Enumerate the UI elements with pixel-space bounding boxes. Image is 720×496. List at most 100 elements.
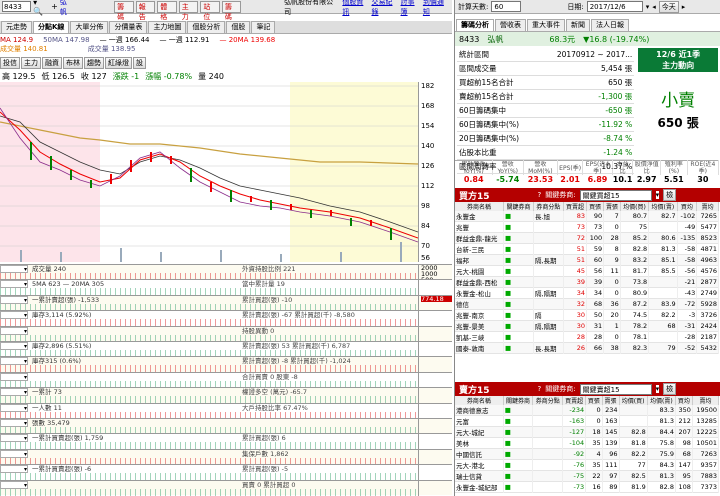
tab-stock[interactable]: 個股 [226,21,251,33]
tab-price-volume[interactable]: 分價量表 [109,21,148,33]
broker-col-header[interactable]: 買張 [585,396,603,405]
broker-row[interactable]: 元大-城紀 ■ -127 18 145 82.8 84.4 207 12225 [455,426,720,438]
chip-button-2[interactable]: 籌碼 [221,0,242,21]
indicator-select[interactable]: ▾ [0,419,28,427]
indicator-panel[interactable]: ▾ 持股異動 0 [0,325,452,342]
broker-row[interactable]: 元大-港北 ■ -76 35 111 77 84.3 147 9357 [455,459,720,471]
broker-col-header[interactable]: 賣張 [603,202,621,211]
broker-col-header[interactable]: 均價(賣) [648,202,678,211]
indicator-panel[interactable]: ▾ 成交量 240 外資持股比例 221 20001000500 [0,264,452,283]
next-day-icon[interactable]: ▸ [682,3,686,11]
broker-row[interactable]: 元富 ■ -163 0 163 81.3 212 13285 [455,415,720,427]
tab-main-force-map[interactable]: 主力地圖 [148,21,187,33]
calendar-icon[interactable]: ▾ [646,3,650,11]
tab-revenue[interactable]: 營收表 [495,19,526,31]
position-button[interactable]: 站位 [200,0,220,21]
days-select[interactable]: 60 [491,1,522,12]
indicator-select[interactable]: ▾ [0,342,28,350]
date-input[interactable]: 2017/12/6 [586,1,643,12]
add-icon[interactable]: + [51,2,58,11]
broker-col-header[interactable]: 券商分點 [532,396,564,405]
broker-col-header[interactable]: 買均 [675,396,693,405]
indicator-select[interactable]: ▾ [0,449,28,458]
btn-trend[interactable]: 趨勢 [84,57,104,69]
indicator-panel[interactable]: ▾ 一累計 73 權證多空 (萬元) -65.7 [0,387,452,404]
question-icon[interactable]: ? [538,385,542,393]
broker-row[interactable]: 群益金鼎-西松 ■ 39 39 0 73.8 -21 2877 [455,276,719,288]
link-notes[interactable]: 討事簿 [401,0,421,17]
broker-col-header[interactable]: 均價(賣) [647,396,676,405]
broker-col-header[interactable]: 券商名稱 [455,202,505,211]
chip-button-1[interactable]: 籌碼 [114,0,134,21]
broker-col-header[interactable]: 買賣超 [562,396,587,405]
broker-row[interactable]: 兆豐-南京 ■ 隔 30 50 20 74.5 82.2 -3 3726 [455,309,719,321]
buy-opt-select[interactable]: 關鍵買超15 [579,189,652,201]
broker-row[interactable]: 兆豐-景美 ■ 隔,隔期 30 31 1 78.2 68 -31 2424 [455,320,719,332]
question-icon[interactable]: ? [538,191,542,199]
tab-stock-analysis[interactable]: 個股分析 [187,21,226,33]
indicator-panel[interactable]: ▾ 庫存3,114 (5.92%) 累計賣超(張) -67 累計買超(千) -8,5… [0,310,452,327]
indicator-panel[interactable]: ▾ 一累計賣超(張) -1,533 累計買超(張) -10 774.18 [0,294,452,312]
broker-row[interactable]: 港商德意志 ■ -234 0 234 83.3 350 19500 [455,405,720,416]
indicator-select[interactable]: ▾ [0,326,28,335]
body-button[interactable]: 體格 [157,0,177,21]
indicator-select[interactable]: ▾ [0,357,28,366]
broker-col-header[interactable]: 關鍵券商 [503,202,534,211]
broker-col-header[interactable]: 買張 [586,202,605,211]
broker-col-header[interactable]: 賣均 [696,202,719,211]
main-force-button[interactable]: 主力 [178,0,199,21]
indicator-panel[interactable]: ▾ 一人數 11 大戶持股比率 67.47% [0,402,452,419]
indicator-select[interactable]: ▾ [0,280,28,289]
btn-traffic-light[interactable]: 紅綠燈 [105,57,132,69]
prev-day-icon[interactable]: ◂ [652,3,656,11]
link-stock-info[interactable]: 個股資訊 [342,0,369,17]
broker-col-header[interactable]: 買賣超 [563,202,588,211]
broker-row[interactable]: 凱基-三峽 ■ 28 28 0 78.1 -28 2187 [455,331,719,343]
sell-opt-select[interactable]: 關鍵賣超15 [579,383,652,395]
broker-row[interactable]: 群益金鼎-龍光 ■ 72 100 28 85.2 80.6 -135 8523 [455,232,719,244]
broker-row[interactable]: 兆豐 ■ 73 73 0 75 -49 5477 [455,221,719,233]
tab-kline[interactable]: 分點K線 [33,21,70,33]
indicator-panel[interactable]: ▾ 一累計買賣超(張) -6 累計買超(張) -5 [0,464,452,481]
broker-col-header[interactable]: 關鍵券商 [503,396,534,405]
tab-chip-analysis[interactable]: 籌碼分析 [456,19,494,31]
broker-row[interactable]: 永豐金-松山 ■ 隔,隔期 34 34 0 80.9 -43 2749 [455,287,719,299]
broker-row[interactable]: 永豐金-城紀部 ■ -73 16 89 81.9 82.8 108 7373 [455,481,720,493]
btn-settings[interactable]: 設 [133,57,146,69]
indicator-select[interactable]: ▾ [0,434,28,443]
indicator-select[interactable]: ▾ [0,265,28,273]
broker-row[interactable]: 瑞士信貸 ■ -75 22 97 82.5 81.3 95 7883 [455,470,720,482]
today-button[interactable]: 今天 [658,0,679,13]
broker-row[interactable]: 美林 ■ -104 35 139 81.8 75.8 98 10501 [455,437,720,449]
broker-row[interactable]: 福邦 ■ 隔,長期 51 60 9 83.2 85.1 -58 4963 [455,254,719,266]
indicator-select[interactable]: ▾ [0,480,28,489]
tab-notes[interactable]: 筆記 [251,21,276,33]
indicator-panel[interactable]: ▾ 集保戶數 1,862 [0,448,452,466]
buy-check-button[interactable]: 檢 [663,189,677,201]
indicator-select[interactable]: ▾ [0,403,28,412]
indicator-panel[interactable]: ▾ 5MA 623 — 20MA 305 當中累計量 19 [0,279,452,296]
indicator-panel[interactable]: ▾ 張數 35,479 [0,418,452,435]
broker-row[interactable]: 德信 ■ 32 68 36 87.2 83.9 -72 5928 [455,298,719,310]
indicator-panel[interactable]: ▾ 買賣 0 累計買超 0 [0,479,452,496]
broker-col-header[interactable]: 買均 [677,202,698,211]
dropdown-icon[interactable]: ▾ [655,191,660,199]
symbol-input[interactable]: 8433 [2,1,32,12]
broker-col-header[interactable]: 券商名稱 [455,396,504,405]
indicator-select[interactable]: ▾ [0,311,28,320]
indicator-panel[interactable]: ▾ 庫存2,896 (5.51%) 累計賣超(張) 53 累計買超(千) 6,787 [0,341,452,358]
btn-bollinger[interactable]: 布林 [63,57,83,69]
tab-daily[interactable]: 法人日報 [591,19,629,31]
tab-trend[interactable]: 元走勢 [1,21,32,33]
report-button[interactable]: 報告 [135,0,156,21]
btn-main[interactable]: 主力 [21,57,41,69]
broker-row[interactable]: 中國信託 ■ -92 4 96 82.2 75.9 68 7263 [455,448,720,460]
indicator-select[interactable]: ▾ [0,295,28,304]
indicator-panel[interactable]: ▾ 庫存315 (0.6%) 累計賣超(張) -8 累計買超(千) -1,024 [0,356,452,373]
broker-col-header[interactable]: 均價(買) [619,396,648,405]
btn-trust[interactable]: 投信 [0,57,20,69]
dropdown-icon[interactable]: ▾ [655,385,660,393]
link-trade-record[interactable]: 交易紀錄 [371,0,398,17]
tab-big-order[interactable]: 大單分佈 [70,21,109,33]
indicator-select[interactable]: ▾ [0,388,28,397]
